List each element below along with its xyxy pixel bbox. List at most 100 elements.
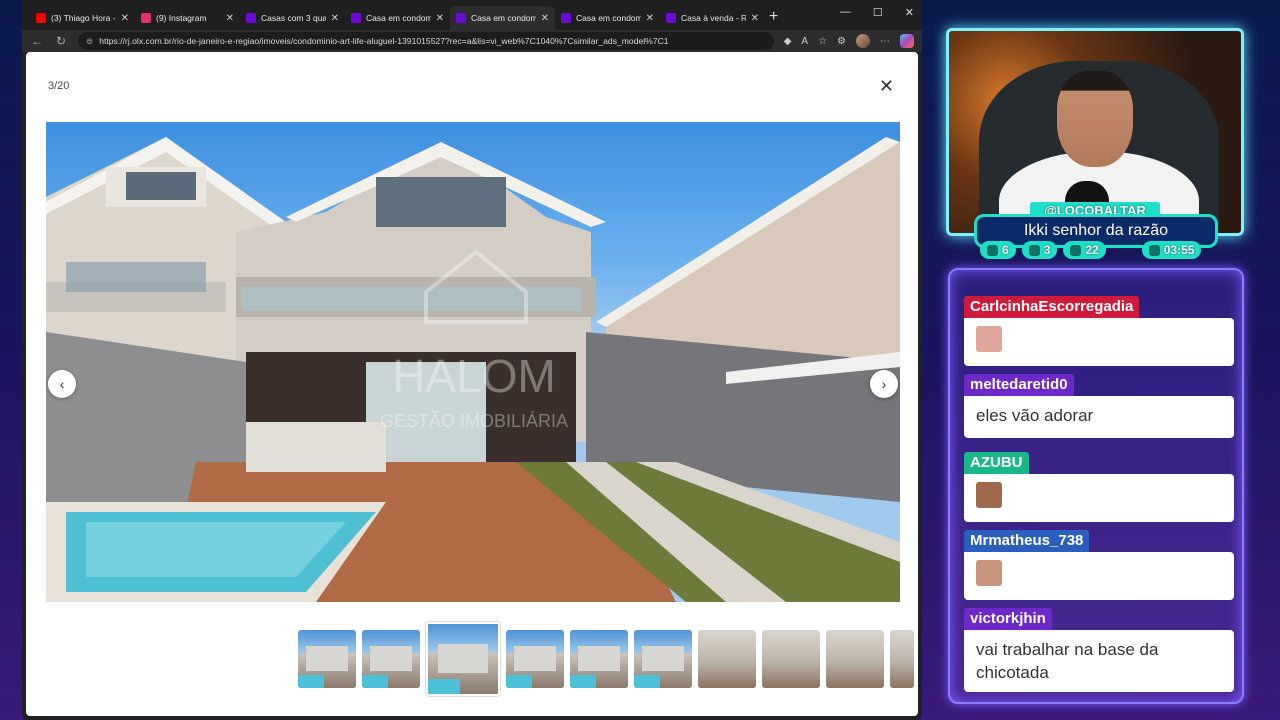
minimize-button[interactable]: — <box>840 6 851 19</box>
window-controls: — ☐ ✕ <box>840 6 914 19</box>
photo-thumbnail[interactable] <box>570 630 628 688</box>
close-tab-icon[interactable]: ✕ <box>646 13 654 24</box>
tab-label: Casa em condomi <box>471 13 536 23</box>
tab-label: Casa em condomi <box>576 13 641 23</box>
tab-bar: (3) Thiago Hora - Y✕(9) Instagram✕Casas … <box>22 0 922 30</box>
thumbnail-house <box>437 643 489 673</box>
stat-value: 03:55 <box>1163 243 1195 257</box>
chat-message-body: eles vão adorar <box>964 396 1234 438</box>
chat-message: Mrmatheus_738 <box>964 530 1234 600</box>
chat-username[interactable]: victorkjhin <box>964 608 1052 630</box>
gallery-modal: 3/20 ✕ HALOM GESTÃO IMOBILIÁRIA ‹ › <box>26 52 918 716</box>
browser-tab[interactable]: Casa à venda - Re ✕ <box>660 6 765 30</box>
tag-icon[interactable]: ◆ <box>784 36 792 47</box>
chat-panel: CarlcinhaEscorregadia meltedaretid0 eles v… <box>948 268 1244 704</box>
address-bar[interactable]: ⊜ https://rj.olx.com.br/rio-de-janeiro-e… <box>78 32 774 50</box>
streamer-head <box>1057 71 1133 167</box>
browser-window: (3) Thiago Hora - Y✕(9) Instagram✕Casas … <box>22 0 922 720</box>
photo-thumbnail[interactable] <box>426 622 500 696</box>
browser-tab[interactable]: (3) Thiago Hora - Y ✕ <box>30 6 135 30</box>
olx-icon <box>561 13 571 23</box>
thumbnail-house <box>306 646 348 671</box>
olx-icon <box>246 13 256 23</box>
close-tab-icon[interactable]: ✕ <box>541 13 549 24</box>
thumbnail-pool <box>362 675 389 688</box>
thumbnail-pool <box>634 675 661 688</box>
emote-image <box>976 560 1002 586</box>
browser-tab[interactable]: (9) Instagram ✕ <box>135 6 240 30</box>
chat-message: meltedaretid0 eles vão adorar <box>964 374 1234 438</box>
chat-message-body: vai trabalhar na base da chicotada <box>964 630 1234 692</box>
emote-image <box>976 326 1002 352</box>
chat-message: victorkjhin vai trabalhar na base da chic… <box>964 608 1234 692</box>
chat-username[interactable]: Mrmatheus_738 <box>964 530 1090 552</box>
photo-thumbnail[interactable] <box>890 630 914 688</box>
watermark-subtitle: GESTÃO IMOBILIÁRIA <box>380 410 568 431</box>
browser-tab[interactable]: Casa em condomi ✕ <box>345 6 450 30</box>
clock-icon <box>1148 244 1160 256</box>
new-tab-button[interactable]: + <box>769 8 778 26</box>
copilot-icon[interactable] <box>900 34 914 48</box>
profile-avatar[interactable] <box>856 34 870 48</box>
chat-message-body <box>964 318 1234 366</box>
browser-tab[interactable]: Casa em condomi ✕ <box>450 6 555 30</box>
photo-thumbnail[interactable] <box>634 630 692 688</box>
photo-thumbnail[interactable] <box>506 630 564 688</box>
refresh-icon[interactable]: ↻ <box>54 34 68 48</box>
chat-username[interactable]: meltedaretid0 <box>964 374 1074 396</box>
favorite-star-icon[interactable]: ☆ <box>818 36 827 47</box>
thumbnail-pool <box>298 675 325 688</box>
chat-username[interactable]: AZUBU <box>964 452 1029 474</box>
tab-label: (3) Thiago Hora - Y <box>51 13 116 23</box>
main-photo: HALOM GESTÃO IMOBILIÁRIA <box>46 122 900 602</box>
prev-photo-button[interactable]: ‹ <box>48 370 76 398</box>
stat-value: 6 <box>1002 243 1009 257</box>
viewers-icon <box>1070 244 1082 256</box>
olx-icon <box>456 13 466 23</box>
extensions-icon[interactable]: ⚙ <box>837 36 846 47</box>
close-gallery-button[interactable]: ✕ <box>879 76 894 97</box>
maximize-button[interactable]: ☐ <box>873 6 883 19</box>
thumbnail-house <box>370 646 412 671</box>
thumbnail-house <box>578 646 620 671</box>
chat-message-body <box>964 552 1234 600</box>
browser-tab[interactable]: Casas com 3 quart ✕ <box>240 6 345 30</box>
youtube-icon <box>1028 244 1040 256</box>
thumbnail-pool <box>428 678 460 694</box>
chat-message: CarlcinhaEscorregadia <box>964 296 1234 366</box>
close-tab-icon[interactable]: ✕ <box>331 13 339 24</box>
chat-username[interactable]: CarlcinhaEscorregadia <box>964 296 1140 318</box>
tab-list: (3) Thiago Hora - Y✕(9) Instagram✕Casas … <box>30 0 765 30</box>
chat-message-body <box>964 474 1234 522</box>
photo-thumbnail[interactable] <box>298 630 356 688</box>
next-photo-button[interactable]: › <box>870 370 898 398</box>
menu-dots-icon[interactable]: ⋯ <box>880 36 890 47</box>
close-tab-icon[interactable]: ✕ <box>436 13 444 24</box>
thumbnail-pool <box>506 675 533 688</box>
read-aloud-icon[interactable]: A <box>801 36 808 47</box>
site-info-icon[interactable]: ⊜ <box>86 36 93 47</box>
photo-thumbnail[interactable] <box>362 630 420 688</box>
close-tab-icon[interactable]: ✕ <box>226 13 234 24</box>
close-window-button[interactable]: ✕ <box>905 6 914 19</box>
toolbar-icons: ◆ A ☆ ⚙ ⋯ <box>784 34 914 48</box>
stat-value: 3 <box>1043 243 1051 257</box>
tab-label: Casa à venda - Re <box>681 13 746 23</box>
stat-badge: 3 <box>1021 241 1058 259</box>
close-tab-icon[interactable]: ✕ <box>751 13 759 24</box>
house-photo: HALOM GESTÃO IMOBILIÁRIA <box>46 137 900 602</box>
stat-value: 22 <box>1085 243 1099 257</box>
thumbnail-pool <box>570 675 597 688</box>
stat-badge: 22 <box>1063 241 1106 259</box>
chat-icon <box>987 244 998 256</box>
thumbnail-house <box>642 646 684 671</box>
photo-thumbnail[interactable] <box>826 630 884 688</box>
thumbnail-house <box>514 646 556 671</box>
close-tab-icon[interactable]: ✕ <box>121 13 129 24</box>
watermark-title: HALOM <box>392 350 556 402</box>
photo-thumbnail[interactable] <box>698 630 756 688</box>
back-icon[interactable]: ← <box>30 34 44 48</box>
stat-badge: 03:55 <box>1141 241 1202 259</box>
photo-thumbnail[interactable] <box>762 630 820 688</box>
browser-tab[interactable]: Casa em condomi ✕ <box>555 6 660 30</box>
